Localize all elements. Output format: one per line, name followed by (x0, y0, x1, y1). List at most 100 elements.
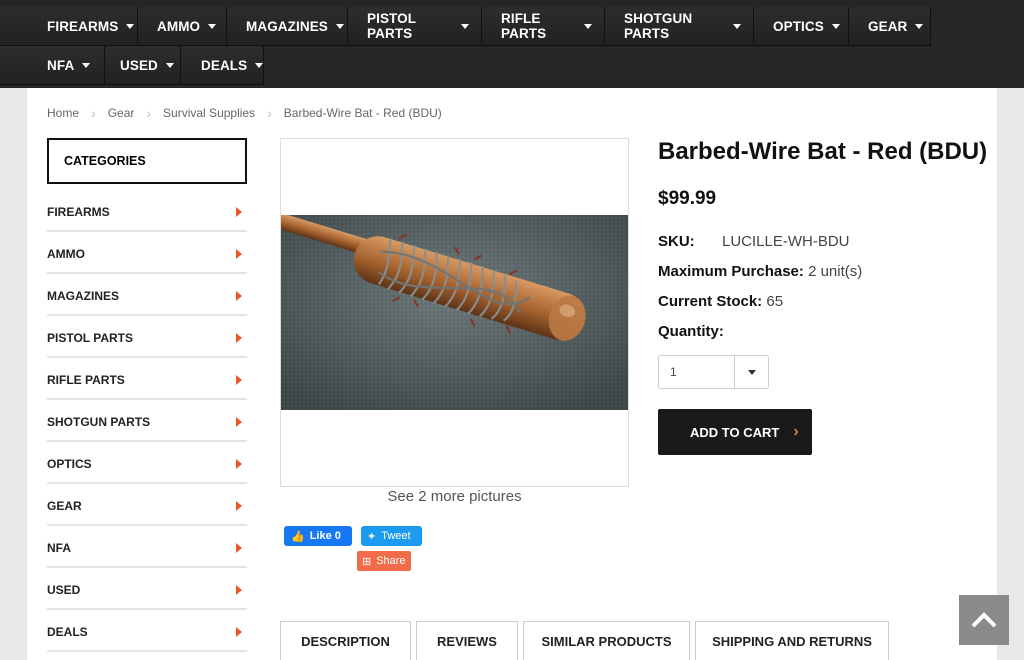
quantity-select[interactable]: 1 (658, 355, 769, 389)
caret-right-icon (236, 459, 242, 469)
tab-shipping-and-returns[interactable]: SHIPPING AND RETURNS (695, 621, 889, 660)
category-label: DEALS (47, 625, 88, 639)
category-label: FIREARMS (47, 205, 110, 219)
tweet-button[interactable]: ✦ Tweet (361, 526, 422, 546)
caret-down-icon (165, 62, 174, 68)
caret-right-icon (236, 543, 242, 553)
caret-down-icon (747, 369, 756, 375)
thumbs-up-icon: 👍 (291, 530, 305, 543)
facebook-like-button[interactable]: 👍 Like 0 (284, 526, 352, 546)
nav-item-nfa[interactable]: NFA (0, 46, 105, 85)
nav-label: FIREARMS (47, 18, 119, 34)
category-label: SHOTGUN PARTS (47, 415, 151, 429)
quantity-value[interactable]: 1 (659, 356, 735, 388)
breadcrumb-gear[interactable]: Gear (108, 106, 135, 120)
caret-right-icon (236, 291, 242, 301)
nav-label: GEAR (868, 18, 908, 34)
caret-down-icon (831, 23, 840, 29)
nav-label: MAGAZINES (246, 18, 328, 34)
caret-down-icon (126, 23, 135, 29)
breadcrumb-survival-supplies[interactable]: Survival Supplies (163, 106, 255, 120)
category-label: RIFLE PARTS (47, 373, 125, 387)
nav-item-used[interactable]: USED (105, 46, 181, 85)
add-to-cart-label: ADD TO CART (690, 424, 780, 440)
category-item-rifle-parts[interactable]: RIFLE PARTS (47, 358, 247, 400)
category-item-shotgun-parts[interactable]: SHOTGUN PARTS (47, 400, 247, 442)
max-purchase-value: 2 unit(s) (808, 263, 863, 280)
sku-row: SKU: (658, 233, 695, 250)
category-label: GEAR (47, 499, 82, 513)
category-item-optics[interactable]: OPTICS (47, 442, 247, 484)
current-stock-row: Current Stock: 65 (658, 293, 783, 310)
current-stock-value: 65 (766, 293, 784, 310)
nav-row-primary: FIREARMS AMMO MAGAZINES PISTOL PARTS RIF… (0, 7, 931, 46)
caret-down-icon (335, 23, 344, 29)
category-item-gear[interactable]: GEAR (47, 484, 247, 526)
caret-right-icon (236, 585, 242, 595)
plus-icon: ⊞ (362, 555, 372, 568)
quantity-dropdown-button[interactable] (735, 356, 768, 388)
caret-down-icon (915, 23, 924, 29)
category-item-magazines[interactable]: MAGAZINES (47, 274, 247, 316)
like-label: Like 0 (309, 530, 341, 542)
twitter-bird-icon: ✦ (367, 530, 377, 543)
nav-item-pistol-parts[interactable]: PISTOL PARTS (348, 7, 482, 46)
scroll-to-top-button[interactable] (959, 595, 1009, 645)
nav-item-magazines[interactable]: MAGAZINES (227, 7, 348, 46)
caret-down-icon (255, 62, 264, 68)
nav-label: AMMO (157, 18, 201, 34)
breadcrumb-home[interactable]: Home (47, 106, 79, 120)
product-image-frame[interactable] (280, 138, 629, 487)
tab-reviews[interactable]: REVIEWS (416, 621, 518, 660)
nav-item-shotgun-parts[interactable]: SHOTGUN PARTS (605, 7, 754, 46)
categories-heading: CATEGORIES (47, 138, 247, 184)
nav-label: NFA (47, 57, 75, 73)
nav-item-ammo[interactable]: AMMO (138, 7, 227, 46)
category-label: OPTICS (47, 457, 92, 471)
max-purchase-label: Maximum Purchase: (658, 263, 804, 280)
caret-right-icon (236, 417, 242, 427)
chevron-right-icon: › (267, 105, 272, 121)
category-item-ammo[interactable]: AMMO (47, 232, 247, 274)
caret-down-icon (733, 23, 741, 29)
nav-item-gear[interactable]: GEAR (849, 7, 931, 46)
sku-label: SKU: (658, 233, 695, 250)
nav-label: PISTOL PARTS (367, 11, 416, 41)
category-item-used[interactable]: USED (47, 568, 247, 610)
category-item-firearms[interactable]: FIREARMS (47, 190, 247, 232)
quantity-label: Quantity: (658, 323, 724, 340)
max-purchase-row: Maximum Purchase: 2 unit(s) (658, 263, 862, 280)
nav-label: OPTICS (773, 18, 824, 34)
nav-item-rifle-parts[interactable]: RIFLE PARTS (482, 7, 605, 46)
caret-right-icon (236, 249, 242, 259)
category-list: FIREARMS AMMO MAGAZINES PISTOL PARTS RIF… (47, 190, 247, 652)
product-price: $99.99 (658, 188, 717, 209)
nav-item-optics[interactable]: OPTICS (754, 7, 849, 46)
nav-label: DEALS (201, 57, 248, 73)
caret-right-icon (236, 207, 242, 217)
tab-similar-products[interactable]: SIMILAR PRODUCTS (523, 621, 690, 660)
tab-description[interactable]: DESCRIPTION (280, 621, 411, 660)
nav-item-deals[interactable]: DEALS (181, 46, 264, 85)
nav-row-secondary: NFA USED DEALS (0, 46, 264, 85)
category-label: AMMO (47, 247, 85, 261)
see-more-pictures-link[interactable]: See 2 more pictures (280, 488, 629, 505)
category-item-nfa[interactable]: NFA (47, 526, 247, 568)
tweet-label: Tweet (381, 530, 411, 542)
add-to-cart-button[interactable]: ADD TO CART › (658, 409, 812, 455)
breadcrumb: Home › Gear › Survival Supplies › Barbed… (47, 105, 442, 121)
category-item-deals[interactable]: DEALS (47, 610, 247, 652)
product-page: Home › Gear › Survival Supplies › Barbed… (27, 88, 997, 660)
caret-right-icon (236, 375, 242, 385)
category-label: USED (47, 583, 81, 597)
product-photo[interactable] (281, 215, 628, 410)
chevron-up-icon (971, 612, 997, 628)
nav-item-firearms[interactable]: FIREARMS (0, 7, 138, 46)
nav-label: RIFLE PARTS (501, 11, 547, 41)
category-item-pistol-parts[interactable]: PISTOL PARTS (47, 316, 247, 358)
caret-down-icon (208, 23, 217, 29)
category-label: NFA (47, 541, 71, 555)
chevron-right-icon: › (91, 105, 96, 121)
share-button[interactable]: ⊞ Share (357, 551, 411, 571)
caret-down-icon (584, 23, 592, 29)
